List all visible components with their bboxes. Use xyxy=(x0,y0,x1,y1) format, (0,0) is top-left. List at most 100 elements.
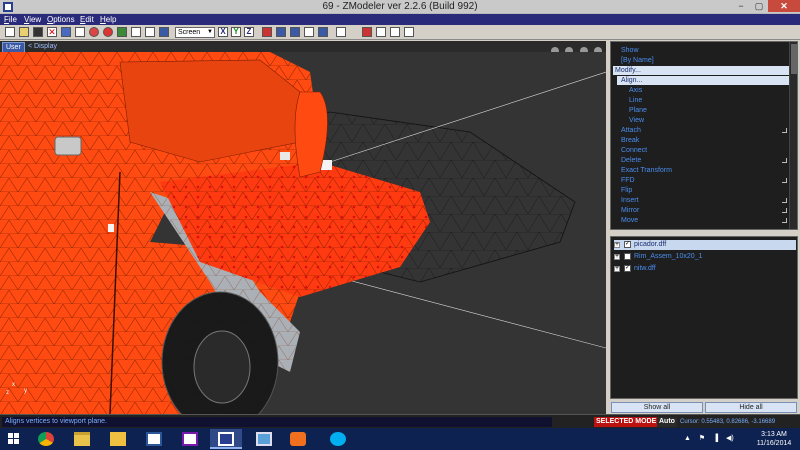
axis-label-z: z xyxy=(6,390,9,396)
menu-edit[interactable]: Edit xyxy=(80,14,94,25)
group-mode-icon[interactable] xyxy=(318,27,328,37)
axis-label-x: x xyxy=(12,382,15,388)
open-file-icon[interactable] xyxy=(19,27,29,37)
word-taskbar-button[interactable] xyxy=(138,429,170,449)
cmd-align-line[interactable]: Line xyxy=(629,96,642,105)
skype-taskbar-button[interactable] xyxy=(322,429,354,449)
photos-taskbar-button[interactable] xyxy=(248,429,280,449)
object-row[interactable]: + ✓ nitw.dff xyxy=(614,264,796,274)
outlook-taskbar-button[interactable] xyxy=(102,429,134,449)
menu-file[interactable]: File xyxy=(4,14,17,25)
cmd-delete[interactable]: Delete xyxy=(621,156,641,165)
chrome-icon xyxy=(38,432,54,446)
cmd-move[interactable]: Move xyxy=(621,216,638,225)
cmd-show[interactable]: Show xyxy=(621,46,639,55)
windows-start-icon[interactable] xyxy=(8,433,20,445)
cmd-modify[interactable]: Modify... xyxy=(613,66,789,75)
cmd-align-plane[interactable]: Plane xyxy=(629,106,647,115)
document-icon[interactable] xyxy=(131,27,141,37)
selected-mode-badge[interactable]: SELECTED MODE xyxy=(594,417,659,427)
show-all-button[interactable]: Show all xyxy=(611,402,703,413)
coordinate-mode-select[interactable]: Screen ▼ xyxy=(175,27,215,38)
chevron-up-icon[interactable]: ▲ xyxy=(684,435,691,442)
cmd-exact-transform[interactable]: Exact Transform xyxy=(621,166,672,175)
system-tray: ▲ ⚑ ▐ ◀) xyxy=(684,434,734,442)
menu-help[interactable]: Help xyxy=(100,14,116,25)
save-icon[interactable] xyxy=(33,27,43,37)
cmd-attach[interactable]: Attach xyxy=(621,126,641,135)
cmd-align[interactable]: Align... xyxy=(617,76,789,85)
visibility-checkbox[interactable]: ✓ xyxy=(624,265,631,272)
menu-view[interactable]: View xyxy=(24,14,41,25)
onenote-taskbar-button[interactable] xyxy=(174,429,206,449)
axis-y-icon[interactable]: Y xyxy=(231,27,241,37)
network-icon[interactable]: ▐ xyxy=(713,435,718,442)
object-list: + ✓ picador.dff + Rim_Assem_10x20_1 + ✓ … xyxy=(610,236,798,399)
scrollbar-thumb[interactable] xyxy=(791,44,797,74)
folder-icon xyxy=(74,432,90,446)
cmd-connect[interactable]: Connect xyxy=(621,146,647,155)
clock-time: 3:13 AM xyxy=(761,431,787,438)
cmd-align-view[interactable]: View xyxy=(629,116,644,125)
object-row[interactable]: + ✓ picador.dff xyxy=(614,240,796,250)
hide-all-button[interactable]: Hide all xyxy=(705,402,797,413)
render-icon[interactable] xyxy=(89,27,99,37)
file-explorer-taskbar-button[interactable] xyxy=(66,429,98,449)
auto-badge[interactable]: Auto xyxy=(657,417,677,427)
clock[interactable]: 3:13 AM 11/16/2014 xyxy=(752,430,796,448)
chrome-taskbar-button[interactable] xyxy=(30,429,62,449)
cmd-flip[interactable]: Flip xyxy=(621,186,632,195)
cmd-ffd[interactable]: FFD xyxy=(621,176,635,185)
import-icon[interactable] xyxy=(61,27,71,37)
face-mode-icon[interactable] xyxy=(290,27,300,37)
rotate-icon[interactable] xyxy=(390,27,400,37)
flag-icon[interactable]: ⚑ xyxy=(699,435,705,442)
menu-options[interactable]: Options xyxy=(47,14,75,25)
cmd-mirror[interactable]: Mirror xyxy=(621,206,639,215)
expand-icon[interactable]: + xyxy=(614,254,620,260)
3d-viewport[interactable]: x y z xyxy=(0,52,606,414)
clock-date: 11/16/2014 xyxy=(756,440,792,447)
object-name: picador.dff xyxy=(634,241,667,248)
close-button[interactable]: ✕ xyxy=(768,0,800,12)
vertex-mode-icon[interactable] xyxy=(276,27,286,37)
window-title: 69 - ZModeler ver 2.2.6 (Build 992) xyxy=(322,1,478,12)
status-bar: Aligns vertices to viewport plane. SELEC… xyxy=(0,414,800,428)
maximize-button[interactable]: ▢ xyxy=(750,0,768,12)
command-list: Show [By Name] Modify... Align... Axis L… xyxy=(610,41,798,230)
layers-icon[interactable] xyxy=(159,27,169,37)
visibility-checkbox[interactable]: ✓ xyxy=(624,241,631,248)
cmd-break[interactable]: Break xyxy=(621,136,639,145)
texture-icon[interactable] xyxy=(117,27,127,37)
axis-x-icon[interactable]: X xyxy=(218,27,228,37)
export-icon[interactable] xyxy=(75,27,85,37)
cmd-align-axis[interactable]: Axis xyxy=(629,86,642,95)
object-row[interactable]: + Rim_Assem_10x20_1 xyxy=(614,252,796,262)
axis-z-icon[interactable]: Z xyxy=(244,27,254,37)
skype-icon xyxy=(330,432,346,446)
cmd-by-name[interactable]: [By Name] xyxy=(621,56,654,65)
word-icon xyxy=(146,432,162,446)
title-bar[interactable]: 69 - ZModeler ver 2.2.6 (Build 992) − ▢ … xyxy=(0,0,800,14)
new-file-icon[interactable] xyxy=(5,27,15,37)
move-icon[interactable] xyxy=(376,27,386,37)
grid-icon[interactable] xyxy=(145,27,155,37)
object-mode-icon[interactable] xyxy=(304,27,314,37)
media-player-taskbar-button[interactable] xyxy=(282,429,314,449)
tab-display[interactable]: < Display xyxy=(28,42,57,51)
delete-icon[interactable]: ✕ xyxy=(47,27,57,37)
cmd-insert[interactable]: Insert xyxy=(621,196,639,205)
snap-icon[interactable] xyxy=(336,27,346,37)
expand-icon[interactable]: + xyxy=(614,242,620,248)
command-list-scrollbar[interactable] xyxy=(789,42,797,229)
menu-bar: File View Options Edit Help xyxy=(0,14,800,25)
expand-icon[interactable]: + xyxy=(614,266,620,272)
pick-icon[interactable] xyxy=(262,27,272,37)
select-icon[interactable] xyxy=(362,27,372,37)
visibility-checkbox[interactable] xyxy=(624,253,631,260)
volume-icon[interactable]: ◀) xyxy=(726,435,734,442)
scale-icon[interactable] xyxy=(404,27,414,37)
record-icon[interactable] xyxy=(103,27,113,37)
zmodeler-taskbar-button[interactable] xyxy=(210,429,242,449)
minimize-button[interactable]: − xyxy=(732,0,750,12)
